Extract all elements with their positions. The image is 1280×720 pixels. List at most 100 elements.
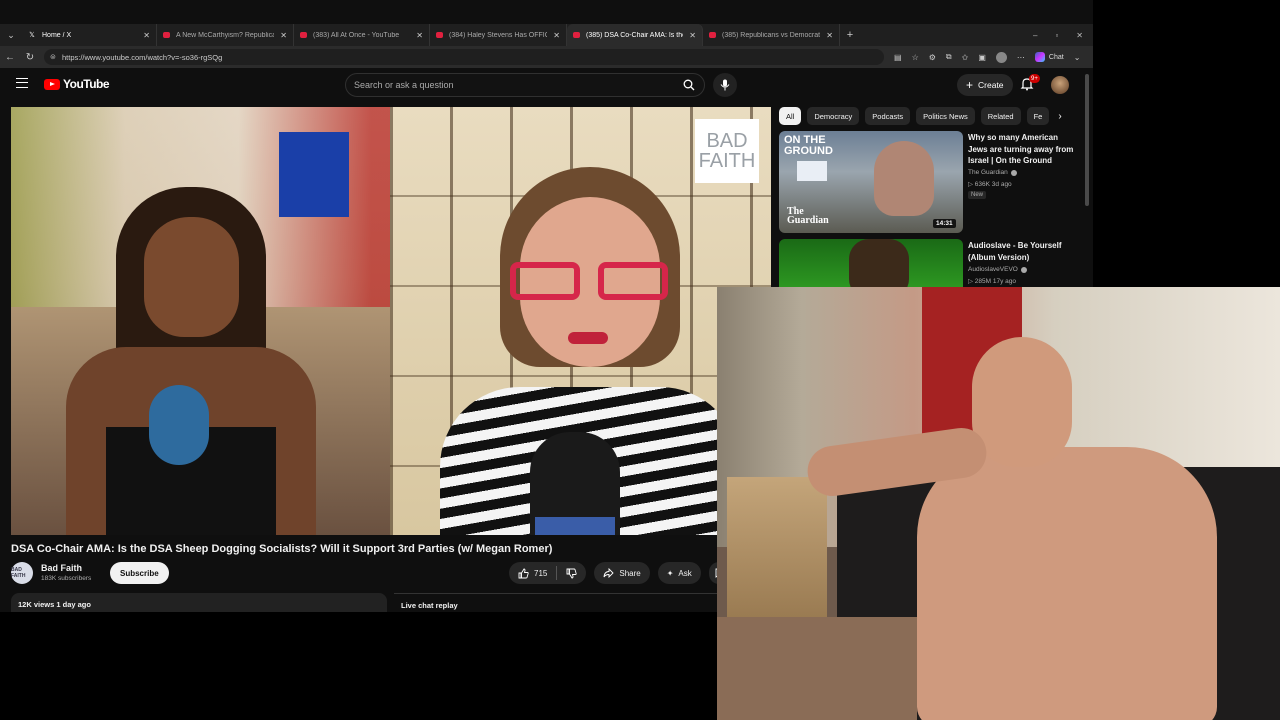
youtube-logo[interactable]: YouTube bbox=[44, 77, 110, 91]
close-tab-icon[interactable]: ✕ bbox=[553, 31, 560, 40]
close-window-icon[interactable]: ✕ bbox=[1076, 31, 1083, 40]
copilot-icon bbox=[1034, 52, 1045, 62]
recommendation-title: Why so many American Jews are turning aw… bbox=[968, 133, 1074, 165]
channel-name: The Guardian bbox=[968, 169, 1008, 176]
video-frame-left-speaker bbox=[11, 107, 390, 535]
tab-republicans-vs-democrats[interactable]: (385) Republicans vs Democrats ✕ bbox=[703, 24, 840, 46]
menu-icon[interactable] bbox=[16, 78, 28, 88]
recommendation-meta: ▷ 636K 3d ago bbox=[968, 181, 1012, 188]
ask-label: Ask bbox=[678, 568, 692, 578]
bad-faith-watermark: BAD FAITH bbox=[695, 119, 759, 183]
subscribe-button[interactable]: Subscribe bbox=[110, 562, 169, 584]
more-options-icon[interactable]: ⋯ bbox=[1017, 53, 1025, 62]
chip-all[interactable]: All bbox=[779, 107, 802, 125]
split-screen-icon[interactable]: ⧉ bbox=[946, 52, 952, 62]
views-and-date: 12K views 1 day ago bbox=[18, 600, 91, 609]
close-tab-icon[interactable]: ✕ bbox=[143, 31, 150, 40]
channel-name[interactable]: Bad Faith bbox=[41, 563, 82, 573]
tab-home-x[interactable]: 𝕏 Home / X ✕ bbox=[22, 24, 157, 46]
tab-dsa-co-chair[interactable]: (385) DSA Co-Chair AMA: Is the D ✕ bbox=[567, 24, 703, 46]
tab-actions-menu-icon[interactable]: ⌄ bbox=[0, 24, 22, 46]
recommendation-title: Audioslave - Be Yourself (Album Version) bbox=[968, 241, 1062, 262]
tab-mccarthyism[interactable]: A New McCarthyism? Republicans ✕ bbox=[157, 24, 294, 46]
channel-avatar[interactable]: BAD FAITH bbox=[11, 562, 33, 584]
chevron-right-icon[interactable]: › bbox=[1051, 107, 1069, 125]
extensions-icon[interactable]: ⚙ bbox=[929, 53, 936, 62]
search-icon bbox=[683, 79, 695, 91]
tab-label: Home / X bbox=[42, 31, 72, 39]
tab-label: A New McCarthyism? Republicans bbox=[176, 31, 275, 39]
create-button[interactable]: + Create bbox=[957, 74, 1013, 96]
watermark-line-1: BAD bbox=[706, 130, 748, 152]
tab-label: (383) All At Once - YouTube bbox=[313, 31, 400, 39]
thumbnail-caption-top: ON THE GROUND bbox=[784, 134, 833, 157]
reload-icon[interactable]: ↻ bbox=[20, 52, 40, 63]
site-info-icon[interactable]: ⊜ bbox=[50, 53, 58, 61]
share-label: Share bbox=[619, 568, 641, 578]
chip-democracy[interactable]: Democracy bbox=[807, 107, 860, 125]
search-input[interactable] bbox=[346, 80, 674, 90]
recommendation-channel: The Guardian bbox=[968, 169, 1017, 176]
copilot-chat-button[interactable]: Chat bbox=[1034, 52, 1064, 62]
close-tab-icon[interactable]: ✕ bbox=[280, 31, 287, 40]
tab-label: (384) Haley Stevens Has OFFICIAL bbox=[449, 31, 548, 39]
tab-haley-stevens[interactable]: (384) Haley Stevens Has OFFICIAL ✕ bbox=[430, 24, 567, 46]
profile-icon[interactable] bbox=[995, 51, 1007, 63]
favorite-star-icon[interactable]: ☆ bbox=[912, 53, 919, 62]
youtube-icon bbox=[436, 32, 443, 38]
back-icon[interactable]: ← bbox=[0, 52, 20, 63]
video-player[interactable]: BAD FAITH bbox=[11, 107, 771, 535]
live-chat-label: Live chat replay bbox=[401, 601, 458, 610]
search-box bbox=[345, 73, 705, 97]
search-button[interactable] bbox=[674, 74, 704, 96]
chip-related[interactable]: Related bbox=[980, 107, 1021, 125]
close-tab-icon[interactable]: ✕ bbox=[689, 31, 696, 40]
chip-truncated[interactable]: Fe bbox=[1026, 107, 1050, 125]
minimize-icon[interactable]: – bbox=[1033, 31, 1037, 40]
page-scrollbar[interactable] bbox=[1085, 74, 1089, 206]
collections-icon[interactable]: ▣ bbox=[978, 53, 986, 62]
favorites-icon[interactable]: ✩ bbox=[962, 53, 969, 62]
sidebar-chevron-icon[interactable]: ⌄ bbox=[1074, 53, 1081, 62]
subscriber-count: 183K subscribers bbox=[41, 575, 92, 582]
live-chat-panel[interactable]: Live chat replay bbox=[394, 593, 717, 612]
like-button[interactable]: 715 bbox=[509, 562, 556, 584]
reader-view-icon[interactable]: ▤ bbox=[894, 53, 902, 62]
thumbnail-caption-bottom: The Guardian bbox=[787, 206, 829, 226]
window-controls: – ▫ ✕ bbox=[1033, 31, 1093, 40]
ask-button[interactable]: ✦ Ask bbox=[657, 562, 701, 584]
tab-all-at-once[interactable]: (383) All At Once - YouTube ✕ bbox=[294, 24, 430, 46]
recommendation-item[interactable]: ON THE GROUND The Guardian 14:31 Why so … bbox=[779, 131, 1079, 235]
recommendation-meta: ▷ 285M 17y ago bbox=[968, 278, 1017, 285]
notification-count-badge: 9+ bbox=[1029, 74, 1040, 83]
account-avatar[interactable] bbox=[1051, 76, 1069, 94]
new-tab-button[interactable]: + bbox=[840, 29, 860, 41]
url-field[interactable]: ⊜ https://www.youtube.com/watch?v=-so36-… bbox=[44, 49, 884, 65]
maximize-icon[interactable]: ▫ bbox=[1055, 31, 1058, 40]
microphone-icon bbox=[720, 79, 730, 91]
share-button[interactable]: Share bbox=[594, 562, 650, 584]
dislike-button[interactable] bbox=[557, 562, 586, 584]
video-duration: 14:31 bbox=[933, 219, 956, 228]
video-thumbnail[interactable]: ON THE GROUND The Guardian bbox=[779, 131, 963, 233]
youtube-icon bbox=[300, 32, 307, 38]
channel-row: BAD FAITH Bad Faith 183K subscribers Sub… bbox=[11, 561, 729, 585]
chat-label: Chat bbox=[1048, 53, 1064, 61]
chip-podcasts[interactable]: Podcasts bbox=[865, 107, 911, 125]
verified-icon bbox=[1020, 266, 1027, 273]
toolbar-icons: ▤ ☆ ⚙ ⧉ ✩ ▣ ⋯ Chat ⌄ bbox=[894, 51, 1081, 63]
new-badge: New bbox=[968, 191, 987, 199]
description-box[interactable]: 12K views 1 day ago bbox=[11, 593, 387, 612]
tab-strip: ⌄ 𝕏 Home / X ✕ A New McCarthyism? Republ… bbox=[0, 24, 1093, 46]
close-tab-icon[interactable]: ✕ bbox=[416, 31, 423, 40]
close-tab-icon[interactable]: ✕ bbox=[826, 31, 833, 40]
youtube-logo-text: YouTube bbox=[63, 77, 110, 91]
filter-chips: All Democracy Podcasts Politics News Rel… bbox=[779, 107, 1069, 125]
share-icon bbox=[603, 568, 614, 578]
youtube-icon bbox=[709, 32, 716, 38]
voice-search-button[interactable] bbox=[713, 73, 737, 97]
sparkle-icon: ✦ bbox=[666, 568, 674, 578]
youtube-icon bbox=[573, 32, 580, 38]
chip-politics-news[interactable]: Politics News bbox=[916, 107, 975, 125]
webcam-overlay bbox=[717, 287, 1280, 720]
